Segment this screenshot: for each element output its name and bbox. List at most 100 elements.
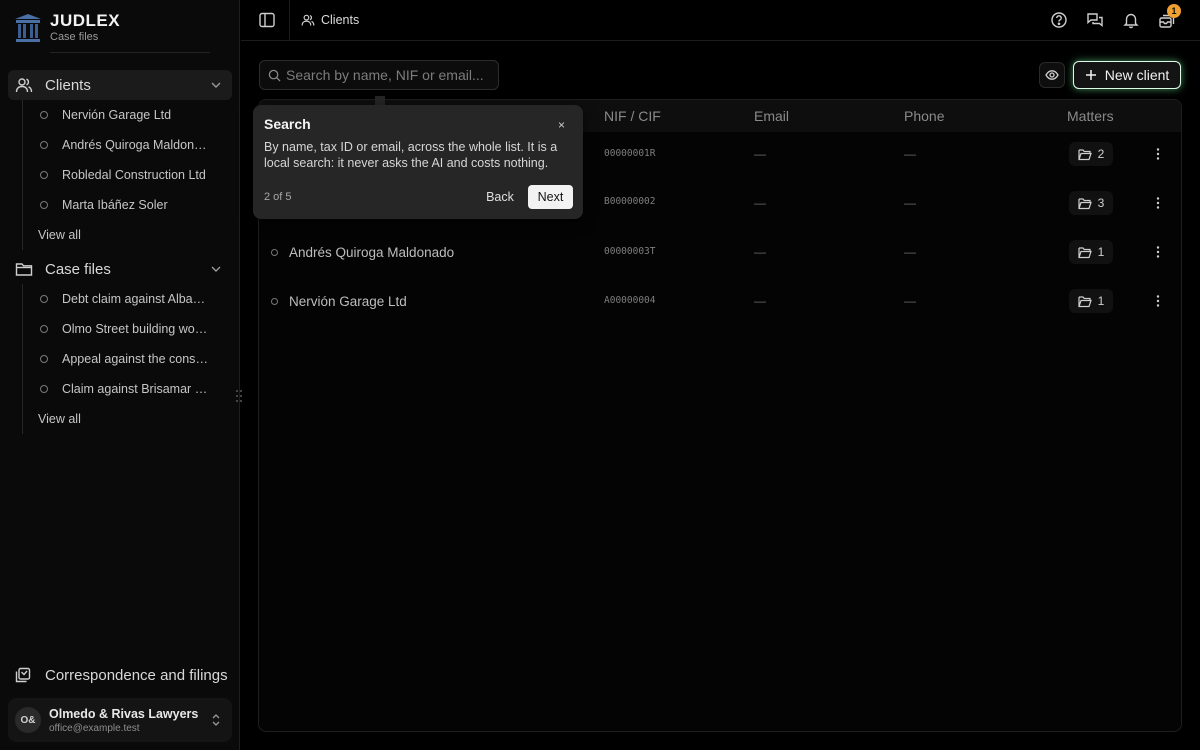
more-vertical-icon[interactable] — [1151, 294, 1165, 308]
folder-open-icon — [1078, 148, 1092, 160]
users-icon — [301, 14, 315, 26]
breadcrumb[interactable]: Clients — [301, 13, 359, 27]
client-search[interactable] — [259, 60, 499, 90]
more-vertical-icon[interactable] — [1151, 147, 1165, 161]
plus-icon — [1085, 70, 1096, 80]
column-header-phone[interactable]: Phone — [904, 108, 944, 124]
new-client-button[interactable]: New client — [1073, 61, 1181, 89]
case-files-view-all-link[interactable]: View all — [23, 404, 232, 434]
client-email: — — [754, 196, 766, 210]
resize-handle-icon[interactable] — [235, 389, 243, 403]
bullet-icon — [271, 249, 278, 256]
brand-divider — [50, 52, 210, 53]
nav-head-clients[interactable]: Clients — [8, 70, 232, 100]
sidebar-client-item[interactable]: Andrés Quiroga Maldonado — [23, 130, 232, 160]
sidebar-case-item[interactable]: Debt claim against Albarrán Logistics — [23, 284, 232, 314]
case-files-list: Debt claim against Albarrán Logistics Ol… — [22, 284, 232, 434]
sidebar-client-item[interactable]: Robledal Construction Ltd — [23, 160, 232, 190]
client-email: — — [754, 294, 766, 308]
chat-icon[interactable] — [1086, 11, 1104, 29]
search-icon — [268, 69, 281, 82]
close-icon[interactable]: × — [558, 118, 565, 132]
users-icon — [15, 78, 33, 93]
bullet-icon — [40, 141, 48, 149]
client-name[interactable]: Nervión Garage Ltd — [271, 294, 407, 309]
tour-step-indicator: 2 of 5 — [264, 191, 292, 203]
bullet-icon — [40, 325, 48, 333]
clients-list: Nervión Garage Ltd Andrés Quiroga Maldon… — [22, 100, 232, 250]
new-client-label: New client — [1104, 67, 1170, 83]
bullet-icon — [40, 355, 48, 363]
sidebar-case-item[interactable]: Claim against Brisamar Insurance — [23, 374, 232, 404]
matters-count-button[interactable]: 1 — [1069, 240, 1113, 264]
bullet-icon — [271, 298, 278, 305]
bullet-icon — [40, 295, 48, 303]
client-name[interactable]: Andrés Quiroga Maldonado — [271, 245, 454, 260]
brand[interactable]: JUDLEX Case files — [14, 11, 234, 53]
org-name: Olmedo & Rivas Lawyers — [49, 707, 199, 721]
matters-count-button[interactable]: 3 — [1069, 191, 1113, 215]
folder-open-icon — [1078, 295, 1092, 307]
sidebar-client-item[interactable]: Marta Ibáñez Soler — [23, 190, 232, 220]
chevron-up-down-icon — [212, 714, 220, 726]
topbar: Clients 1 — [241, 0, 1200, 41]
client-nif: A00000004 — [604, 295, 656, 306]
org-switcher[interactable]: O& Olmedo & Rivas Lawyers office@example… — [8, 698, 232, 742]
matters-count-button[interactable]: 2 — [1069, 142, 1113, 166]
help-icon[interactable] — [1050, 11, 1068, 29]
bullet-icon — [40, 111, 48, 119]
folder-icon — [15, 263, 33, 276]
table-row[interactable]: Nervión Garage Ltd A00000004 — — 1 — [259, 277, 1181, 326]
chevron-down-icon[interactable] — [209, 78, 223, 92]
sidebar-toggle-icon[interactable] — [258, 11, 276, 29]
avatar: O& — [15, 707, 41, 733]
table-row[interactable]: Andrés Quiroga Maldonado 00000003T — — 1 — [259, 228, 1181, 277]
tour-next-button[interactable]: Next — [528, 185, 573, 209]
tour-title: Search — [264, 116, 311, 132]
client-phone: — — [904, 294, 916, 308]
column-header-nif[interactable]: NIF / CIF — [604, 108, 661, 124]
sidebar-case-item[interactable]: Olmo Street building works — [23, 314, 232, 344]
breadcrumb-label: Clients — [321, 13, 360, 27]
brand-title: JUDLEX — [50, 11, 121, 30]
tour-body: By name, tax ID or email, across the who… — [264, 140, 558, 170]
more-vertical-icon[interactable] — [1151, 196, 1165, 210]
client-nif: B00000002 — [604, 196, 656, 207]
sidebar-case-item[interactable]: Appeal against the construction licence — [23, 344, 232, 374]
chevron-down-icon[interactable] — [209, 262, 223, 276]
tour-back-button[interactable]: Back — [477, 185, 523, 209]
column-header-matters[interactable]: Matters — [1067, 108, 1114, 124]
tour-popover: Search × By name, tax ID or email, acros… — [253, 105, 583, 219]
client-phone: — — [904, 147, 916, 161]
folder-open-icon — [1078, 246, 1092, 258]
client-email: — — [754, 245, 766, 259]
topbar-divider — [289, 0, 290, 41]
eye-icon — [1045, 70, 1059, 80]
bullet-icon — [40, 201, 48, 209]
sidebar: JUDLEX Case files Clients Nervión Garage… — [0, 0, 240, 750]
matters-count-button[interactable]: 1 — [1069, 289, 1113, 313]
visibility-toggle-button[interactable] — [1039, 62, 1065, 88]
client-nif: 00000003T — [604, 246, 656, 257]
clients-view-all-link[interactable]: View all — [23, 220, 232, 250]
brand-subtitle: Case files — [50, 31, 99, 43]
nav-group-case-files: Case files Debt claim against Albarrán L… — [8, 254, 232, 434]
nav-correspondence[interactable]: Correspondence and filings — [8, 660, 232, 690]
bullet-icon — [40, 385, 48, 393]
client-nif: 00000001R — [604, 148, 656, 159]
filings-icon — [15, 667, 31, 683]
folder-open-icon — [1078, 197, 1092, 209]
nav-head-case-files-label: Case files — [45, 260, 111, 278]
client-phone: — — [904, 196, 916, 210]
column-header-email[interactable]: Email — [754, 108, 789, 124]
org-email: office@example.test — [49, 723, 140, 734]
client-phone: — — [904, 245, 916, 259]
nav-head-case-files[interactable]: Case files — [8, 254, 232, 284]
client-email: — — [754, 147, 766, 161]
sidebar-client-item[interactable]: Nervión Garage Ltd — [23, 100, 232, 130]
more-vertical-icon[interactable] — [1151, 245, 1165, 259]
bell-icon[interactable] — [1122, 11, 1140, 29]
notification-badge: 1 — [1167, 4, 1181, 18]
search-input[interactable] — [286, 65, 492, 85]
nav-group-clients: Clients Nervión Garage Ltd Andrés Quirog… — [8, 70, 232, 250]
